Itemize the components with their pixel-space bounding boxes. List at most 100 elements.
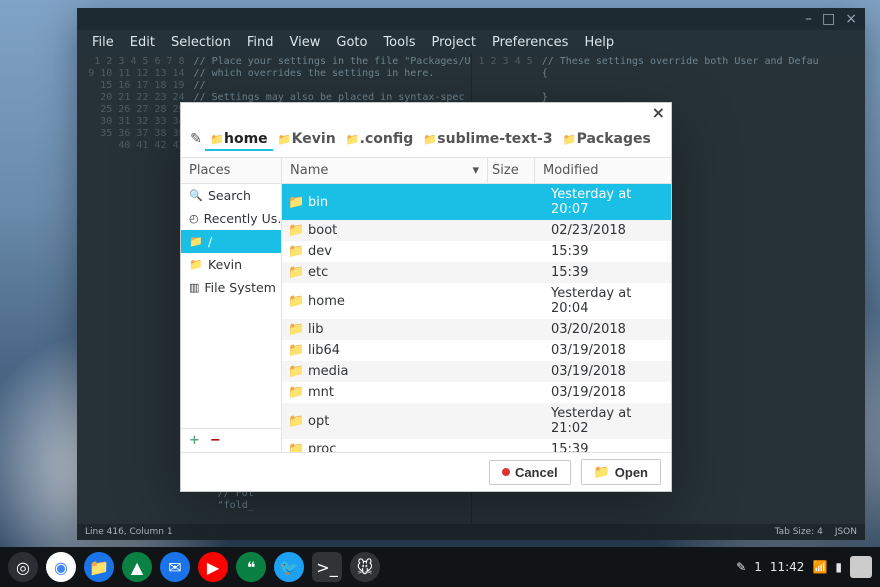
cancel-icon: [502, 468, 510, 476]
file-modified: Yesterday at 21:02: [551, 406, 671, 436]
file-row[interactable]: 📁lib6403/19/2018: [282, 340, 671, 361]
clock[interactable]: 11:42: [770, 560, 805, 574]
menu-selection[interactable]: Selection: [164, 33, 238, 52]
cancel-button[interactable]: Cancel: [489, 460, 571, 485]
menu-find[interactable]: Find: [240, 33, 281, 52]
status-tabsize[interactable]: Tab Size: 4: [775, 527, 823, 537]
file-row[interactable]: 📁binYesterday at 20:07: [282, 184, 671, 220]
pencil-icon[interactable]: ✎: [189, 131, 203, 147]
place-icon: 📁: [189, 258, 203, 271]
folder-icon: 📁: [288, 265, 304, 280]
menu-file[interactable]: File: [85, 33, 121, 52]
taskbar-terminal-icon[interactable]: >_: [312, 552, 342, 582]
menu-bar: FileEditSelectionFindViewGotoToolsProjec…: [77, 30, 865, 54]
file-row[interactable]: 📁etc15:39: [282, 262, 671, 283]
taskbar-xfce-icon[interactable]: 🐭: [350, 552, 380, 582]
file-row[interactable]: 📁opt Yesterday at 21:02: [282, 403, 671, 439]
file-modified: Yesterday at 20:07: [551, 187, 671, 217]
file-open-dialog: × ✎ 📁home📁Kevin📁.config📁sublime-text-3📁P…: [180, 102, 672, 492]
menu-goto[interactable]: Goto: [329, 33, 374, 52]
status-cursor: Line 416, Column 1: [85, 527, 173, 537]
place-label: Recently Us…: [204, 211, 281, 226]
file-name: home: [304, 294, 513, 309]
breadcrumb-Packages[interactable]: 📁Packages: [558, 129, 656, 149]
file-name: opt: [304, 414, 513, 429]
taskbar-youtube-icon[interactable]: ▶: [198, 552, 228, 582]
folder-icon: 📁: [346, 133, 360, 146]
place-label: /: [208, 234, 212, 249]
file-list: Name ▾ Size Modified 📁binYesterday at 20…: [282, 158, 671, 452]
stylus-count: 1: [754, 560, 762, 574]
place--[interactable]: 📁/: [181, 230, 281, 253]
dialog-close-icon[interactable]: ×: [652, 103, 665, 122]
folder-icon: 📁: [288, 364, 304, 379]
folder-icon: 📁: [288, 343, 304, 358]
taskbar: ◎ ◉ 📁 ▲ ✉ ▶ ❝ 🐦 >_ 🐭 ✎ 1 11:42 📶 ▮: [0, 547, 880, 587]
place-search[interactable]: 🔍Search: [181, 184, 281, 207]
dialog-breadcrumb: ✎ 📁home📁Kevin📁.config📁sublime-text-3📁Pac…: [181, 121, 671, 157]
taskbar-drive-icon[interactable]: ▲: [122, 552, 152, 582]
menu-help[interactable]: Help: [577, 33, 621, 52]
col-modified[interactable]: Modified: [534, 158, 671, 183]
place-file-system[interactable]: ▥File System: [181, 276, 281, 299]
folder-icon: 📁: [288, 414, 304, 429]
file-row[interactable]: 📁mnt03/19/2018: [282, 382, 671, 403]
maximize-icon[interactable]: □: [822, 11, 835, 27]
folder-icon: 📁: [563, 133, 577, 146]
file-modified: 03/19/2018: [551, 364, 671, 379]
add-place-button[interactable]: +: [189, 433, 200, 448]
taskbar-messages-icon[interactable]: ✉: [160, 552, 190, 582]
menu-tools[interactable]: Tools: [376, 33, 422, 52]
file-name: media: [304, 364, 513, 379]
open-button[interactable]: 📁 Open: [581, 459, 661, 485]
close-icon[interactable]: ×: [845, 11, 857, 27]
file-modified: 02/23/2018: [551, 223, 671, 238]
wifi-icon[interactable]: 📶: [812, 560, 827, 574]
dialog-button-row: Cancel 📁 Open: [181, 452, 671, 491]
avatar-icon[interactable]: [850, 556, 872, 578]
breadcrumb-Kevin[interactable]: 📁Kevin: [273, 129, 341, 149]
file-name: etc: [304, 265, 513, 280]
folder-icon: 📁: [288, 195, 304, 210]
file-modified: 03/20/2018: [551, 322, 671, 337]
window-controls: – □ ×: [77, 8, 865, 30]
file-name: mnt: [304, 385, 513, 400]
menu-project[interactable]: Project: [424, 33, 482, 52]
menu-edit[interactable]: Edit: [123, 33, 162, 52]
menu-preferences[interactable]: Preferences: [485, 33, 575, 52]
breadcrumb-home[interactable]: 📁home: [205, 129, 273, 151]
battery-icon[interactable]: ▮: [835, 560, 842, 574]
file-row[interactable]: 📁lib 03/20/2018: [282, 319, 671, 340]
folder-icon: 📁: [210, 133, 224, 146]
file-row[interactable]: 📁proc15:39: [282, 439, 671, 452]
file-row[interactable]: 📁dev15:39: [282, 241, 671, 262]
place-label: File System: [204, 280, 276, 295]
col-size[interactable]: Size: [487, 158, 534, 183]
taskbar-hangouts-icon[interactable]: ❝: [236, 552, 266, 582]
file-row[interactable]: 📁boot02/23/2018: [282, 220, 671, 241]
places-sidebar: Places 🔍Search◴Recently Us…📁/📁Kevin▥File…: [181, 158, 282, 452]
minimize-icon[interactable]: –: [805, 11, 812, 27]
taskbar-twitter-icon[interactable]: 🐦: [274, 552, 304, 582]
taskbar-launcher-icon[interactable]: ◎: [8, 552, 38, 582]
file-row[interactable]: 📁media 03/19/2018: [282, 361, 671, 382]
taskbar-chrome-icon[interactable]: ◉: [46, 552, 76, 582]
place-kevin[interactable]: 📁Kevin: [181, 253, 281, 276]
breadcrumb--config[interactable]: 📁.config: [341, 129, 419, 149]
file-name: lib: [304, 322, 513, 337]
menu-view[interactable]: View: [283, 33, 328, 52]
col-name[interactable]: Name ▾: [282, 158, 487, 183]
breadcrumb-sublime-text-3[interactable]: 📁sublime-text-3: [418, 129, 557, 149]
taskbar-files-icon[interactable]: 📁: [84, 552, 114, 582]
status-syntax[interactable]: JSON: [835, 527, 857, 537]
stylus-icon[interactable]: ✎: [736, 560, 746, 574]
folder-icon: 📁: [288, 294, 304, 309]
remove-place-button[interactable]: −: [210, 433, 221, 448]
folder-icon: 📁: [288, 322, 304, 337]
place-recently-us-[interactable]: ◴Recently Us…: [181, 207, 281, 230]
file-name: boot: [304, 223, 513, 238]
open-label: Open: [615, 465, 648, 480]
folder-icon: 📁: [288, 385, 304, 400]
file-row[interactable]: 📁homeYesterday at 20:04: [282, 283, 671, 319]
file-modified: 15:39: [551, 244, 671, 259]
